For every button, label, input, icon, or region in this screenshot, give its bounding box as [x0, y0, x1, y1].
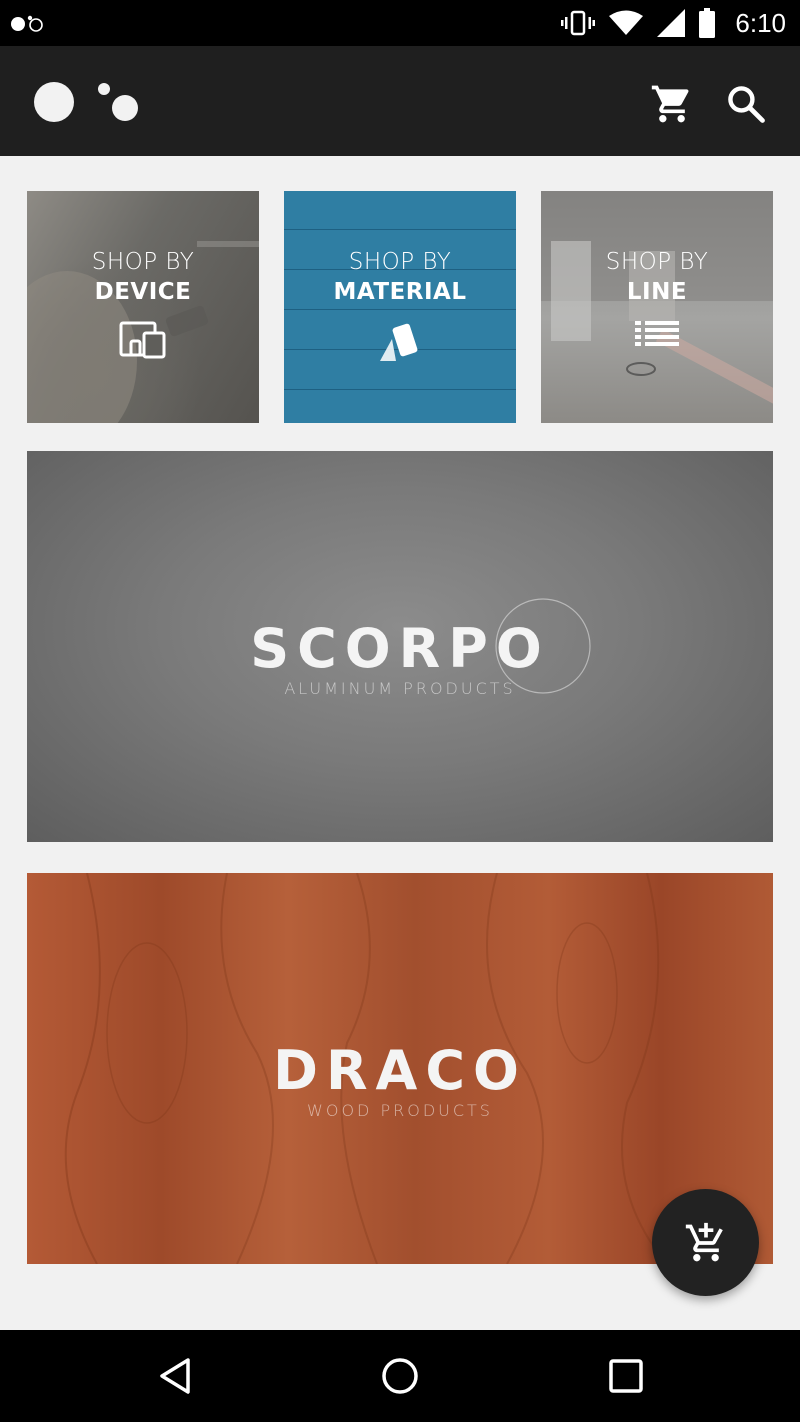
- battery-icon: [699, 8, 716, 38]
- add-to-cart-icon: [685, 1222, 723, 1261]
- shop-by-device-tile[interactable]: SHOP BY DEVICE: [27, 191, 259, 423]
- brand-subtitle: ALUMINUM PRODUCTS: [284, 679, 516, 698]
- draco-banner[interactable]: DRACO WOOD PRODUCTS: [27, 873, 773, 1264]
- tile-label-bottom: DEVICE: [94, 279, 192, 305]
- tile-label-bottom: LINE: [626, 279, 688, 305]
- recents-icon[interactable]: [604, 1354, 648, 1398]
- tile-label-bottom: MATERIAL: [333, 279, 467, 305]
- add-to-cart-fab[interactable]: [652, 1189, 759, 1296]
- brick-line: [284, 389, 516, 390]
- shop-by-line-tile[interactable]: SHOP BY LINE: [541, 191, 773, 423]
- device-photo-decoration: [27, 241, 259, 423]
- brand-name: SCORPO: [27, 617, 773, 680]
- tile-label-top: SHOP BY: [348, 249, 452, 275]
- system-nav-bar: [0, 1330, 800, 1422]
- wifi-icon: [609, 10, 644, 35]
- back-icon[interactable]: [154, 1354, 198, 1398]
- app-logo-mini-icon: [11, 15, 43, 32]
- list-icon: [635, 321, 679, 346]
- brand-name-suffix: O: [472, 1039, 527, 1102]
- status-icons: 6:10: [561, 0, 786, 46]
- tile-label-top: SHOP BY: [605, 249, 709, 275]
- material-swatches-icon: [380, 323, 418, 361]
- shop-by-material-tile[interactable]: SHOP BY MATERIAL: [284, 191, 516, 423]
- brick-line: [284, 309, 516, 310]
- status-bar: 6:10: [0, 0, 800, 46]
- line-photo-decoration: [541, 191, 773, 408]
- brand-name: DRACO: [27, 1039, 773, 1102]
- clock: 6:10: [735, 7, 786, 38]
- search-icon[interactable]: [724, 82, 768, 126]
- tile-label-top: SHOP BY: [91, 249, 195, 275]
- signal-icon: [657, 9, 686, 37]
- devices-icon: [119, 321, 166, 359]
- app-logo-icon[interactable]: [33, 82, 143, 126]
- brand-name-text: SCORP: [250, 617, 496, 680]
- app-bar: [0, 46, 800, 156]
- cart-icon[interactable]: [650, 82, 694, 126]
- vibrate-icon: [561, 10, 596, 36]
- brand-name-text: DRAC: [273, 1039, 473, 1102]
- brand-subtitle: WOOD PRODUCTS: [307, 1101, 493, 1120]
- home-icon[interactable]: [378, 1354, 422, 1398]
- brick-line: [284, 229, 516, 230]
- scorpio-banner[interactable]: SCORPO ALUMINUM PRODUCTS: [27, 451, 773, 842]
